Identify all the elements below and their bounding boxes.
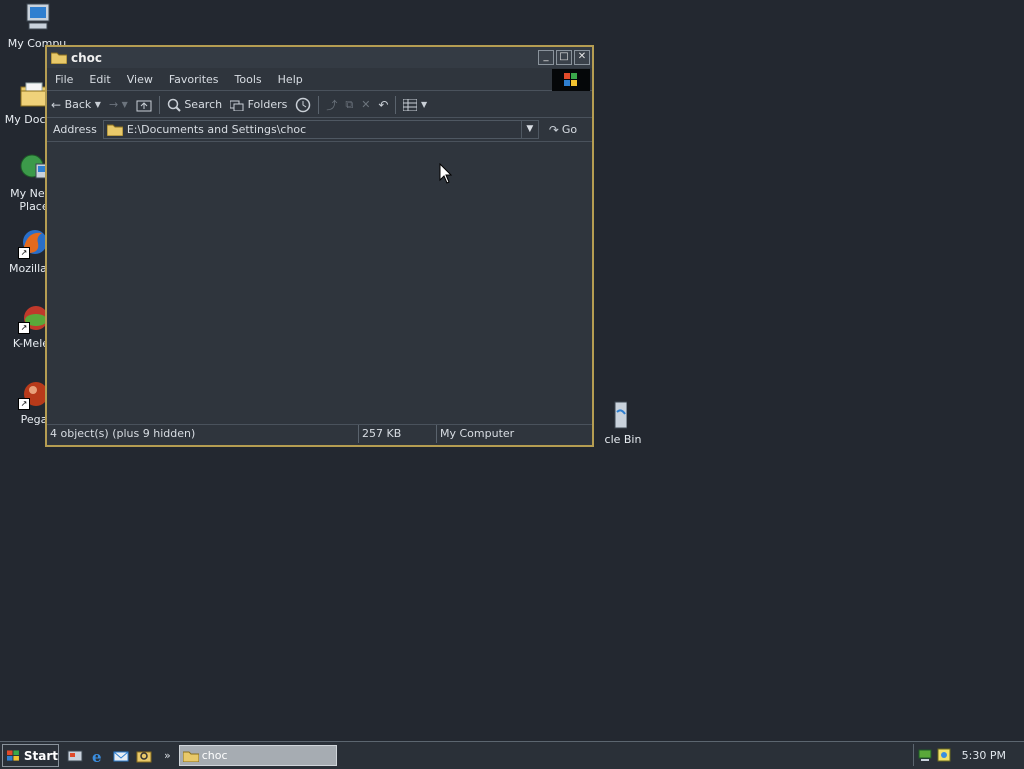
up-folder-button[interactable] [132, 94, 156, 116]
address-bar: Address E:\Documents and Settings\choc ▼… [47, 118, 592, 142]
network-tray-icon[interactable] [917, 747, 933, 763]
taskbar-button-label: choc [201, 749, 228, 762]
my-computer-icon [21, 2, 53, 34]
arrow-right-icon: → [108, 98, 119, 111]
copy-to-icon: ⧉ [345, 97, 354, 111]
quick-launch: e » [67, 748, 171, 764]
address-value: E:\Documents and Settings\choc [126, 123, 307, 136]
history-icon [296, 97, 311, 112]
desktop-icon-label: Pega [20, 413, 48, 426]
delete-icon: ✕ [361, 98, 371, 111]
menu-file[interactable]: File [47, 73, 81, 86]
quick-launch-overflow-button[interactable]: » [164, 749, 171, 762]
toolbar-separator [395, 95, 397, 114]
menu-bar: File Edit View Favorites Tools Help [47, 69, 592, 91]
shortcut-arrow-icon: ↗ [18, 398, 30, 410]
status-size: 257 KB [359, 425, 437, 443]
status-bar: 4 object(s) (plus 9 hidden) 257 KB My Co… [47, 424, 592, 445]
toolbar-separator [318, 95, 320, 114]
move-to-icon: ⤴ [326, 98, 338, 112]
minimize-button[interactable]: _ [538, 50, 554, 65]
svg-text:e: e [92, 748, 102, 764]
folder-icon [182, 751, 199, 762]
go-button[interactable]: ↷ Go [549, 123, 577, 137]
back-label: Back [64, 98, 92, 111]
mouse-cursor-icon [439, 163, 453, 184]
move-to-button[interactable]: ⤴ [322, 94, 341, 116]
shortcut-arrow-icon: ↗ [18, 247, 30, 259]
search-icon [167, 98, 181, 112]
go-arrow-icon: ↷ [548, 122, 559, 137]
start-label: Start [23, 748, 58, 763]
taskbar-button-choc[interactable]: choc [178, 745, 337, 766]
shortcut-arrow-icon: ↗ [18, 322, 30, 334]
chevron-down-icon: ▼ [526, 124, 534, 134]
folder-content-area[interactable] [49, 142, 590, 422]
menu-favorites[interactable]: Favorites [161, 73, 227, 86]
system-tray: 5:30 PM [913, 744, 1024, 766]
close-button[interactable]: ✕ [574, 50, 590, 65]
recycle-bin-icon [595, 398, 628, 430]
folders-icon [230, 100, 244, 111]
chevron-down-icon: ▼ [121, 100, 128, 109]
menu-tools[interactable]: Tools [227, 73, 270, 86]
clock[interactable]: 5:30 PM [962, 749, 1006, 762]
history-button[interactable] [291, 94, 315, 116]
undo-icon: ↶ [378, 97, 389, 112]
explorer-window: choc _ □ ✕ File Edit View Favorites Tool… [45, 45, 594, 447]
copy-to-button[interactable]: ⧉ [341, 94, 357, 116]
maximize-button[interactable]: □ [556, 50, 572, 65]
menu-view[interactable]: View [119, 73, 161, 86]
folders-button[interactable]: Folders [226, 94, 291, 116]
address-label: Address [53, 123, 97, 136]
standard-toolbar: ← Back ▼ → ▼ Search Folders ⤴ ⧉ ✕ ↶ ▼ [47, 92, 592, 118]
go-label: Go [561, 123, 578, 136]
status-zone: My Computer [440, 427, 515, 440]
menu-help[interactable]: Help [270, 73, 311, 86]
toolbar-separator [158, 95, 160, 114]
show-desktop-icon[interactable] [67, 748, 83, 764]
title-bar[interactable]: choc _ □ ✕ [47, 47, 592, 68]
undo-button[interactable]: ↶ [374, 94, 392, 116]
desktop-icon-my-computer[interactable]: My Compu [0, 2, 74, 50]
search-button[interactable]: Search [163, 94, 226, 116]
views-button[interactable]: ▼ [399, 94, 431, 116]
search-folder-icon[interactable] [136, 748, 152, 764]
address-dropdown-button[interactable]: ▼ [520, 121, 538, 138]
folder-icon [106, 124, 123, 136]
internet-explorer-icon[interactable]: e [90, 748, 106, 764]
menu-edit[interactable]: Edit [81, 73, 118, 86]
status-object-count: 4 object(s) (plus 9 hidden) [47, 425, 359, 443]
folder-icon [51, 52, 67, 64]
delete-button[interactable]: ✕ [357, 94, 374, 116]
windows-logo-icon [552, 69, 590, 91]
taskbar: Start e » choc 5:30 PM [0, 741, 1024, 769]
desktop-icon-label: cle Bin [604, 433, 642, 446]
folders-label: Folders [247, 98, 288, 111]
window-title: choc [71, 50, 103, 65]
address-input[interactable]: E:\Documents and Settings\choc ▼ [102, 120, 539, 139]
arrow-left-icon: ← [51, 97, 62, 112]
chevron-down-icon: ▼ [94, 100, 101, 109]
views-icon [403, 98, 418, 111]
back-button[interactable]: ← Back ▼ [47, 94, 105, 116]
security-tray-icon[interactable] [936, 747, 952, 763]
outlook-express-icon[interactable] [113, 748, 129, 764]
up-folder-icon [136, 100, 152, 111]
windows-flag-icon [7, 749, 19, 761]
search-label: Search [184, 98, 223, 111]
start-button[interactable]: Start [2, 744, 59, 767]
chevron-down-icon: ▼ [420, 100, 428, 109]
forward-button[interactable]: → ▼ [105, 94, 132, 116]
